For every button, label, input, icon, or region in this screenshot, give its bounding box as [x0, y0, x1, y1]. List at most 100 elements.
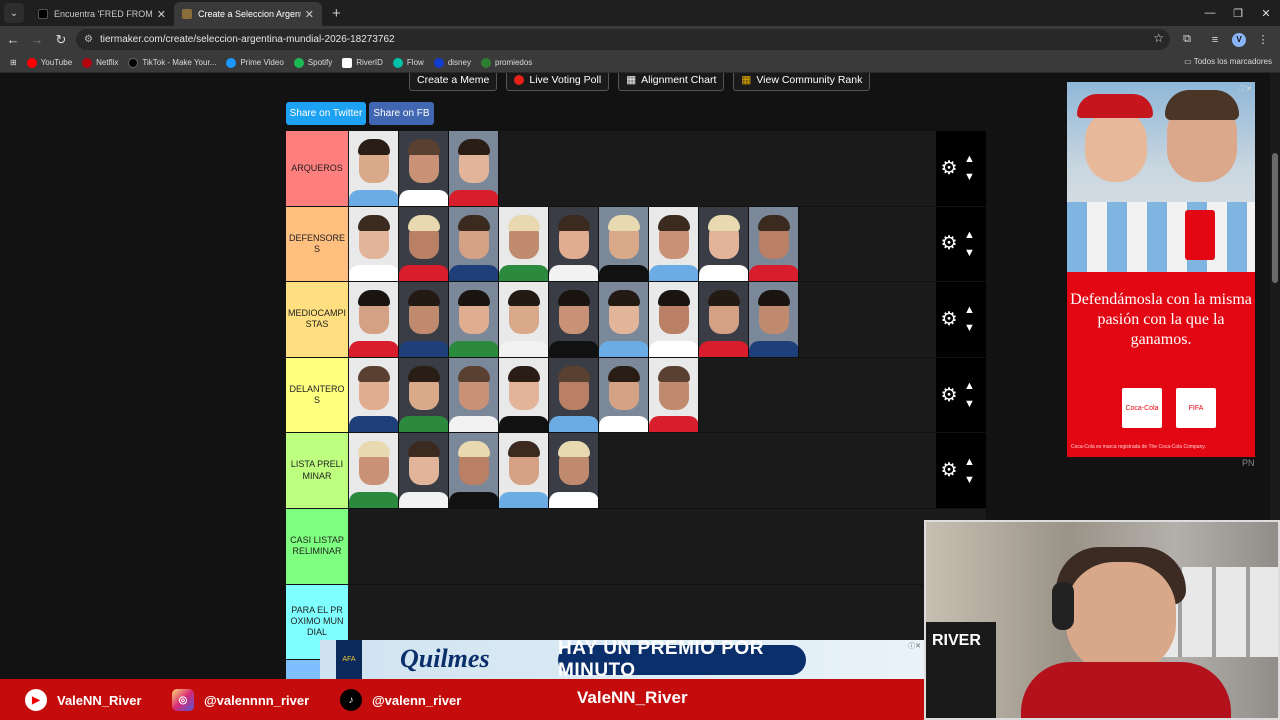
tier-items[interactable]: [349, 357, 699, 433]
bookmark-spotify[interactable]: Spotify: [293, 57, 332, 68]
player-card[interactable]: [349, 357, 399, 433]
tier-label[interactable]: LISTA PRELIMINAR: [286, 433, 348, 508]
minimize-icon[interactable]: —: [1196, 0, 1224, 26]
extensions-icon[interactable]: ⧉: [1176, 29, 1198, 50]
alignment-chart-button[interactable]: ▦ Alignment Chart: [618, 73, 725, 91]
new-tab-icon[interactable]: +: [332, 5, 341, 22]
player-card[interactable]: [449, 206, 499, 282]
player-card[interactable]: [449, 131, 499, 206]
chevron-up-icon[interactable]: ▲: [964, 301, 975, 319]
player-card[interactable]: [399, 282, 449, 357]
player-card[interactable]: [549, 357, 599, 433]
player-card[interactable]: [499, 206, 549, 282]
player-card[interactable]: [399, 357, 449, 433]
view-community-rank-button[interactable]: ▦ View Community Rank: [733, 73, 871, 91]
reload-icon[interactable]: ↻: [50, 29, 72, 51]
chevron-up-icon[interactable]: ▲: [964, 226, 975, 244]
player-card[interactable]: [749, 282, 799, 357]
player-card[interactable]: [449, 433, 499, 508]
chevron-down-icon[interactable]: ▼: [964, 168, 975, 186]
player-card[interactable]: [349, 433, 399, 508]
quilmes-banner[interactable]: AFA Quilmes HAY UN PREMIO POR MINUTO ⓘ✕: [320, 640, 924, 679]
tab-search-button[interactable]: ⌄: [4, 3, 24, 23]
menu-icon[interactable]: ⋮: [1252, 29, 1274, 50]
bookmark-prime-video[interactable]: Prime Video: [226, 57, 284, 68]
chevron-up-icon[interactable]: ▲: [964, 150, 975, 168]
player-card[interactable]: [549, 206, 599, 282]
chevron-up-icon[interactable]: ▲: [964, 453, 975, 471]
player-card[interactable]: [499, 282, 549, 357]
restore-icon[interactable]: ❐: [1224, 0, 1252, 26]
player-card[interactable]: [449, 357, 499, 433]
tier-label[interactable]: DEFENSORES: [286, 206, 348, 282]
player-card[interactable]: [599, 206, 649, 282]
scrollbar-thumb[interactable]: [1272, 153, 1278, 283]
create-meme-button[interactable]: Create a Meme: [409, 73, 498, 91]
player-card[interactable]: [649, 282, 699, 357]
gear-icon[interactable]: ⚙: [938, 308, 960, 331]
chevron-down-icon[interactable]: ▼: [964, 319, 975, 337]
all-bookmarks-folder[interactable]: ▭ Todos los marcadores: [1184, 57, 1272, 66]
live-voting-poll-button[interactable]: Live Voting Poll: [506, 73, 610, 91]
tier-items[interactable]: [349, 131, 499, 206]
gear-icon[interactable]: ⚙: [938, 459, 960, 482]
bookmark-riverid[interactable]: RiverID: [342, 57, 383, 68]
bookmark-promiedos[interactable]: promiedos: [480, 57, 532, 68]
chevron-down-icon[interactable]: ▼: [964, 471, 975, 489]
tier-items[interactable]: [349, 206, 799, 282]
chevron-down-icon[interactable]: ▼: [964, 395, 975, 413]
player-card[interactable]: [499, 433, 549, 508]
player-card[interactable]: [349, 206, 399, 282]
tier-label[interactable]: ARQUEROS: [286, 131, 348, 206]
player-card[interactable]: [549, 282, 599, 357]
tier-label[interactable]: CASI LISTAPRELIMINAR: [286, 508, 348, 584]
ad-choices-icon[interactable]: ⓘ✕: [908, 641, 921, 651]
gear-icon[interactable]: ⚙: [938, 232, 960, 255]
player-card[interactable]: [449, 282, 499, 357]
chevron-down-icon[interactable]: ▼: [964, 244, 975, 262]
player-card[interactable]: [399, 131, 449, 206]
close-tab-icon[interactable]: ✕: [305, 8, 314, 21]
bookmark-tiktok[interactable]: TikTok - Make Your...: [128, 57, 216, 68]
site-info-icon[interactable]: ⚙: [84, 34, 93, 45]
player-card[interactable]: [649, 206, 699, 282]
browser-tab-2-active[interactable]: Create a Seleccion Argentina M ✕: [174, 2, 322, 26]
profile-avatar[interactable]: V: [1232, 32, 1246, 47]
apps-icon[interactable]: ⊞: [10, 58, 17, 67]
tier-label[interactable]: DELANTEROS: [286, 357, 348, 433]
player-card[interactable]: [399, 433, 449, 508]
back-icon[interactable]: ←: [2, 29, 24, 51]
share-facebook-button[interactable]: Share on FB: [369, 102, 434, 125]
share-twitter-button[interactable]: Share on Twitter: [286, 102, 366, 125]
close-tab-icon[interactable]: ✕: [157, 8, 166, 21]
bookmark-disney[interactable]: disney: [433, 57, 471, 68]
bookmark-youtube[interactable]: YouTube: [26, 57, 72, 68]
address-bar[interactable]: ⚙ tiermaker.com/create/seleccion-argenti…: [76, 29, 1170, 50]
player-card[interactable]: [349, 131, 399, 206]
tier-items[interactable]: [349, 433, 599, 508]
player-card[interactable]: [649, 357, 699, 433]
chevron-up-icon[interactable]: ▲: [964, 377, 975, 395]
player-card[interactable]: [549, 433, 599, 508]
browser-tab-1[interactable]: Encuentra 'FRED FROM DESIRE ✕: [30, 2, 174, 26]
tier-label[interactable]: MEDIOCAMPISTAS: [286, 282, 348, 357]
player-card[interactable]: [399, 206, 449, 282]
tier-items[interactable]: [349, 282, 799, 357]
close-window-icon[interactable]: ✕: [1252, 0, 1280, 26]
player-card[interactable]: [699, 206, 749, 282]
bookmark-star-icon[interactable]: ☆: [1153, 31, 1164, 45]
bookmark-netflix[interactable]: Netflix: [82, 57, 118, 68]
player-card[interactable]: [749, 206, 799, 282]
ad-choices-icon[interactable]: ⓘ✕: [1239, 84, 1252, 94]
player-card[interactable]: [349, 282, 399, 357]
player-card[interactable]: [499, 357, 549, 433]
advertisement-banner[interactable]: ⓘ✕ Defendámosla con la misma pasión con …: [1067, 82, 1255, 457]
gear-icon[interactable]: ⚙: [938, 384, 960, 407]
player-card[interactable]: [699, 282, 749, 357]
media-icon[interactable]: ≡: [1204, 29, 1226, 50]
player-card[interactable]: [599, 357, 649, 433]
gear-icon[interactable]: ⚙: [938, 157, 960, 180]
player-card[interactable]: [599, 282, 649, 357]
forward-icon[interactable]: →: [26, 29, 48, 51]
bookmark-flow[interactable]: Flow: [392, 57, 424, 68]
